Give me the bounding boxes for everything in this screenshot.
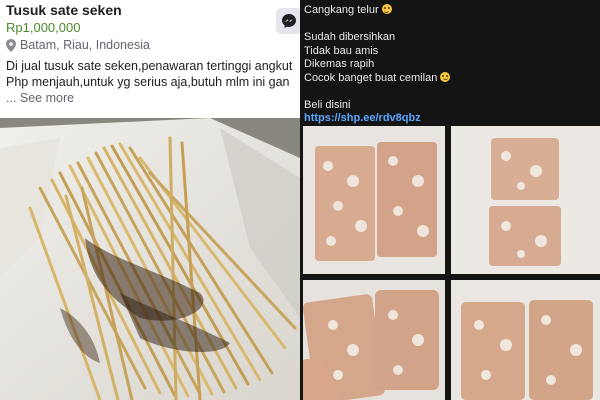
smirk-emoji-icon xyxy=(440,71,451,82)
eggshell-bag-art-4 xyxy=(451,280,600,400)
eggshell-photo-4[interactable] xyxy=(451,280,600,400)
map-pin-icon xyxy=(6,38,16,52)
eggshell-bag-art-2 xyxy=(451,126,600,274)
post-line-2: Sudah dibersihkan xyxy=(304,31,396,43)
message-seller-button[interactable] xyxy=(276,8,300,34)
listing-title[interactable]: Tusuk sate seken xyxy=(6,2,122,18)
skewer-photo-art xyxy=(0,118,300,400)
listing-price: Rp1,000,000 xyxy=(6,20,81,35)
messenger-icon xyxy=(282,14,296,28)
post-line-1-text: Cangkang telur xyxy=(304,4,379,16)
post-line-4: Dikemas rapih xyxy=(304,58,375,70)
eggshell-bag-art-1 xyxy=(303,126,445,274)
smile-emoji-icon xyxy=(381,4,392,14)
post-line-5-text: Cocok banget buat cemilan xyxy=(304,71,438,84)
eggshell-bag-art-3 xyxy=(303,280,445,400)
eggshell-photo-1[interactable] xyxy=(303,126,445,274)
post-line-1: Cangkang telur xyxy=(304,4,596,18)
skewer-photo xyxy=(0,118,300,400)
see-more-link[interactable]: ... See more xyxy=(6,91,74,105)
post-line-3: Tidak bau amis xyxy=(304,44,379,57)
marketplace-listing: Tusuk sate seken Rp1,000,000 Batam, Riau… xyxy=(0,0,300,400)
location-text: Batam, Riau, Indonesia xyxy=(20,38,150,52)
eggshell-photo-2[interactable] xyxy=(451,126,600,274)
shop-link[interactable]: https://shp.ee/rdv8qbz xyxy=(304,112,596,126)
description-text: Di jual tusuk sate seken,penawaran terti… xyxy=(6,59,293,89)
post-text: Cangkang telur Sudah dibersihkan Tidak b… xyxy=(304,4,596,126)
post-line-6: Beli disini xyxy=(304,98,351,111)
post-line-5: Cocok banget buat cemilan xyxy=(304,71,596,86)
listing-description: Di jual tusuk sate seken,penawaran terti… xyxy=(6,58,298,106)
listing-location: Batam, Riau, Indonesia xyxy=(6,38,150,52)
eggshell-photo-3[interactable] xyxy=(303,280,445,400)
